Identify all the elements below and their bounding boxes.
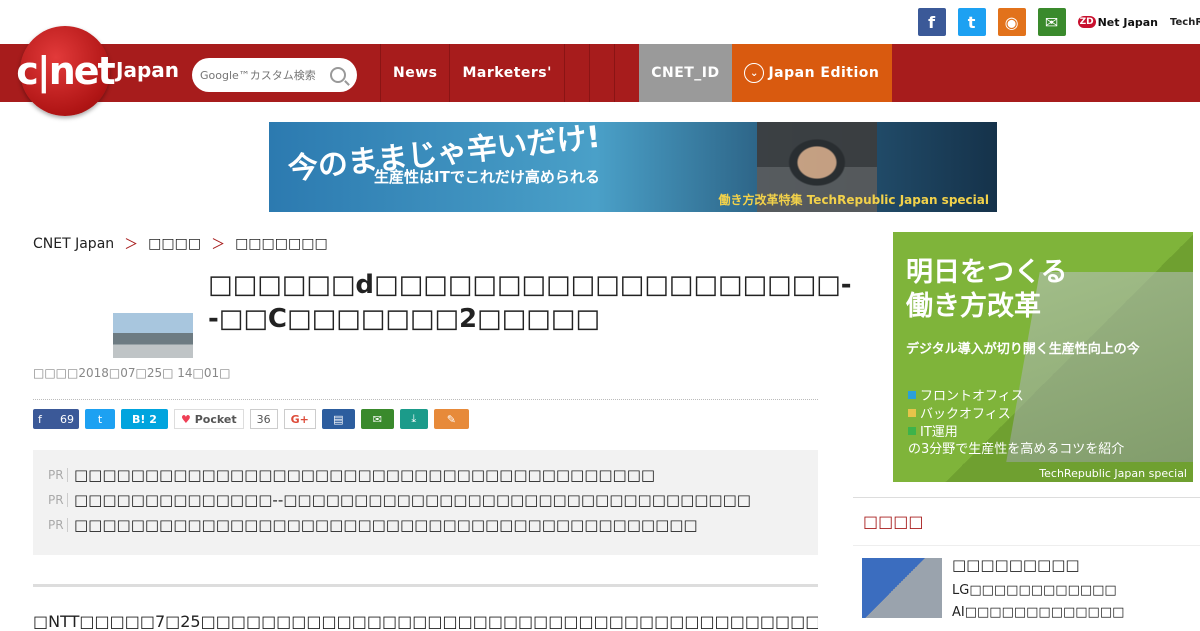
ranking-panel: □□□□ □□□□□□□□□ LG□□□□□□□□□□□□ AI□□□□□□□□… (853, 497, 1200, 626)
nav-item-empty[interactable] (563, 44, 589, 102)
gplus-share-button[interactable]: G+ (283, 409, 316, 429)
pocket-count: 36 (249, 409, 278, 429)
chevron-down-icon: ⌄ (744, 63, 765, 83)
zdnet-label: Net Japan (1097, 15, 1158, 29)
save-button[interactable]: ⤓ (399, 409, 428, 429)
share-bar: f 69 t B! 2 ♥ Pocket 36 G+ ▤ ✉ ⤓ ✎ (33, 409, 469, 429)
nav-item-empty[interactable] (613, 44, 639, 102)
pr-item[interactable]: PR □□□□□□□□□□□□□□□□□□□□□□□□□□□□□□□□□□□□□… (48, 512, 803, 537)
article-body: □NTT□□□□□7□25□□□□□□□□□□□□□□□□□□□□□□□□□□□… (33, 612, 818, 631)
nav-item-marketers[interactable]: Marketers' (449, 44, 563, 102)
pr-tag: PR (48, 467, 68, 482)
ranking-item-title[interactable]: □□□□□□□□□ (952, 556, 1080, 574)
hatena-bookmark-button[interactable]: B! 2 (121, 409, 168, 429)
bullet-label: フロントオフィス (920, 389, 1024, 404)
ranking-item-sub: LG□□□□□□□□□□□□ (952, 583, 1117, 598)
breadcrumb: CNET Japan ＞ □□□□ ＞ □□□□□□□ (33, 234, 328, 254)
social-links: f t ◉ ✉ ZD Net Japan TechRepublic (917, 8, 1200, 36)
facebook-icon[interactable]: f (917, 8, 946, 36)
paperclip-icon: ✎ (446, 412, 456, 426)
print-button[interactable]: ▤ (321, 409, 355, 429)
ranking-title: □□□□ (853, 498, 1200, 546)
ranking-item[interactable]: □□□□□□□□□ LG□□□□□□□□□□□□ AI□□□□□□□□□□□□□ (853, 546, 1200, 626)
bullet-icon (908, 390, 916, 399)
side-ad-footer: の3分野で生産性を高めるコツを紹介 (908, 442, 1125, 457)
banner-tag: 働き方改革特集 TechRepublic Japan special (718, 193, 989, 207)
side-ad-title-line: 働き方改革 (906, 291, 1041, 322)
print-icon: ▤ (333, 412, 344, 426)
breadcrumb-separator: ＞ (124, 237, 139, 253)
top-bar: f t ◉ ✉ ZD Net Japan TechRepublic (0, 0, 1200, 44)
banner-ad[interactable]: 今のままじゃ辛いだけ! 生産性はITでこれだけ高められる 働き方改革特集 Tec… (269, 122, 997, 212)
banner-subline: 生産性はITでこれだけ高められる (374, 168, 600, 186)
pr-link[interactable]: □□□□□□□□□□□□□□--□□□□□□□□□□□□□□□□□□□□□□□□… (74, 491, 751, 509)
rss-icon[interactable]: ◉ (997, 8, 1026, 36)
pr-tag: PR (48, 492, 68, 507)
side-ad-title-line: 明日をつくる (906, 257, 1068, 288)
facebook-icon: f (38, 412, 42, 426)
download-icon: ⤓ (411, 412, 417, 425)
pr-link[interactable]: □□□□□□□□□□□□□□□□□□□□□□□□□□□□□□□□□□□□□□□□… (74, 516, 698, 534)
nav-item-cnet-id[interactable]: CNET_ID (638, 44, 732, 102)
article-title: □□□□□□d□□□□□□□□□□□□□□□□□□□--□□C□□□□□□□2□… (208, 270, 852, 334)
search-icon[interactable] (330, 67, 346, 83)
breadcrumb-separator: ＞ (211, 237, 226, 253)
ranking-item-sub: AI□□□□□□□□□□□□□ (952, 605, 1125, 620)
side-ad-subtitle: デジタル導入が切り開く生産性向上の今 (906, 342, 1140, 357)
article-date: □□□□2018□07□25□ 14□01□ (33, 366, 231, 380)
email-share-button[interactable]: ✉ (360, 409, 394, 429)
article-thumbnail (113, 313, 193, 358)
ranking-thumbnail[interactable] (862, 558, 942, 618)
side-ad-bullet: バックオフィス (908, 403, 1011, 422)
search-input[interactable] (200, 68, 330, 82)
clip-button[interactable]: ✎ (433, 409, 469, 429)
bullet-icon (908, 408, 916, 417)
bullet-icon (908, 426, 916, 435)
bullet-label: バックオフィス (920, 407, 1011, 422)
search-box[interactable] (192, 58, 357, 92)
side-ad-brand: TechRepublic Japan special (1039, 467, 1187, 480)
pocket-button[interactable]: ♥ Pocket (174, 409, 244, 429)
mail-icon[interactable]: ✉ (1037, 8, 1066, 36)
zdnet-japan-link[interactable]: ZD Net Japan (1077, 15, 1158, 29)
edition-label: Japan Edition (768, 65, 880, 81)
breadcrumb-item[interactable]: □□□□□□□ (235, 236, 328, 252)
twitter-icon[interactable]: t (957, 8, 986, 36)
main-nav: Japan News Marketers' CNET_ID ⌄ Japan Ed… (0, 44, 1200, 102)
side-ad-bullet: フロントオフィス (908, 385, 1024, 404)
pocket-label: Pocket (194, 412, 237, 426)
pr-item[interactable]: PR □□□□□□□□□□□□□□--□□□□□□□□□□□□□□□□□□□□□… (48, 487, 803, 512)
nav-items: News Marketers' CNET_ID ⌄ Japan Edition (380, 44, 892, 102)
pr-tag: PR (48, 517, 68, 532)
cnet-logo[interactable]: c|net (16, 26, 116, 116)
nav-item-japan-edition[interactable]: ⌄ Japan Edition (731, 44, 892, 102)
divider (33, 584, 818, 587)
twitter-icon: t (97, 412, 103, 426)
site-name: Japan (116, 58, 179, 82)
breadcrumb-item[interactable]: □□□□ (148, 236, 201, 252)
nav-item-empty[interactable] (588, 44, 614, 102)
facebook-count: 69 (60, 412, 74, 426)
facebook-share-button[interactable]: f 69 (33, 409, 79, 429)
side-ad-title: 明日をつくる 働き方改革 (906, 256, 1067, 324)
divider (33, 399, 818, 400)
pr-box: PR □□□□□□□□□□□□□□□□□□□□□□□□□□□□□□□□□□□□□… (33, 450, 818, 555)
side-ad[interactable]: 明日をつくる 働き方改革 デジタル導入が切り開く生産性向上の今 フロントオフィス… (893, 232, 1193, 482)
pr-item[interactable]: PR □□□□□□□□□□□□□□□□□□□□□□□□□□□□□□□□□□□□□… (48, 462, 803, 487)
nav-item-news[interactable]: News (380, 44, 449, 102)
twitter-share-button[interactable]: t (85, 409, 115, 429)
pocket-icon: ♥ (181, 412, 195, 426)
mail-icon: ✉ (372, 412, 382, 426)
zdnet-logo-icon: ZD (1077, 16, 1096, 28)
pr-link[interactable]: □□□□□□□□□□□□□□□□□□□□□□□□□□□□□□□□□□□□□□□□… (74, 466, 655, 484)
techrepublic-link[interactable]: TechRepublic (1170, 17, 1200, 28)
breadcrumb-home[interactable]: CNET Japan (33, 236, 114, 252)
